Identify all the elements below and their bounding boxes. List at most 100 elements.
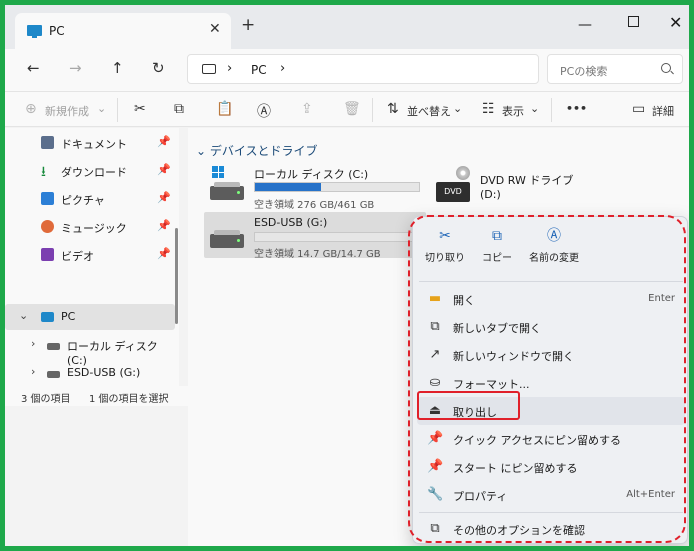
tab-title: PC [49,24,65,38]
close-tab-button[interactable]: ✕ [209,21,221,37]
pin-icon: 📌 [157,247,171,260]
usb-drive-icon [47,371,60,378]
drive-name: DVD RW ドライブ (D:) [480,174,574,201]
format-icon: ⛀ [429,375,441,390]
drive-usb[interactable]: ESD-USB (G:) 空き領域 14.7 GB/14.7 GB [204,212,426,260]
pin-icon: 📌 [427,431,444,446]
tab-pc[interactable]: PC ✕ [15,13,231,49]
sidebar-item-pc[interactable]: ⌄ PC [5,304,175,330]
sidebar-item-usb[interactable]: › ESD-USB (G:) [5,360,175,386]
close-window-button[interactable]: ✕ [669,13,682,32]
pin-icon: 📌 [157,163,171,176]
search-placeholder: PCの検索 [560,65,608,78]
sidebar-item-label: ダウンロード [61,166,127,179]
hard-drive-icon [210,182,244,200]
sidebar-item-music[interactable]: ミュージック 📌 [5,214,175,240]
sidebar-item-local-disk[interactable]: › ローカル ディスク (C:) [5,332,175,367]
menu-item-label: 取り出し [453,406,497,419]
menu-item-label: フォーマット... [453,378,530,391]
menu-item-label: クイック アクセスにピン留めする [453,434,621,447]
rename-icon[interactable]: Ⓐ [257,101,271,121]
search-input[interactable]: PCの検索 [547,54,683,84]
sidebar-item-documents[interactable]: ドキュメント 📌 [5,130,175,156]
up-button[interactable]: ↑ [111,59,124,77]
selection-count: 1 個の項目を選択 [89,394,169,405]
new-icon: ⊕ [25,101,37,117]
context-menu: ✂ 切り取り ⧉ コピー Ⓐ 名前の変更 ▬ 開く Enter ⧉ 新しいタブで… [412,216,688,544]
more-button[interactable]: ••• [566,102,587,115]
menu-item-format[interactable]: ⛀ フォーマット... [417,369,685,397]
cut-icon[interactable]: ✂ [134,101,146,117]
menu-item-eject[interactable]: ⏏ 取り出し [417,397,685,425]
monitor-icon [202,64,216,74]
menu-item-pin-start[interactable]: 📌 スタート にピン留めする [417,453,685,481]
menu-item-properties[interactable]: 🔧 プロパティ Alt+Enter [417,481,685,509]
sidebar-item-pictures[interactable]: ピクチャ 📌 [5,186,175,212]
pin-icon: 📌 [157,191,171,204]
menu-item-open[interactable]: ▬ 開く Enter [417,285,685,313]
group-header[interactable]: ⌄ デバイスとドライブ [196,142,318,159]
menu-item-more-options[interactable]: ⧉ その他のオプションを確認 [417,515,685,543]
sidebar-item-label: ドキュメント [61,138,127,151]
scrollbar[interactable] [175,228,178,324]
item-count: 3 個の項目 [21,394,71,405]
pin-icon: 📌 [427,459,444,474]
explorer-window: PC ✕ + — ✕ ← → ↑ ↻ › PC › PCの検索 ⊕ 新規作成 ⌄… [5,5,689,546]
separator [117,98,118,122]
rename-label: 名前の変更 [529,253,579,264]
share-icon[interactable]: ⇪ [301,101,313,117]
copy-icon[interactable]: ⧉ [174,101,184,117]
new-button[interactable]: 新規作成 [45,103,89,119]
menu-item-label: 新しいウィンドウで開く [453,350,574,363]
address-bar[interactable]: › PC › [187,54,539,84]
details-button[interactable]: 詳細 [652,103,674,119]
more-options-icon: ⧉ [430,521,440,536]
sort-icon: ⇅ [387,101,399,117]
rename-icon: Ⓐ [547,228,561,244]
paste-icon[interactable]: 📋 [216,101,233,117]
chevron-right-icon[interactable]: › [280,61,285,76]
maximize-button[interactable] [628,16,639,27]
windows-logo-icon [212,166,224,178]
drive-space: 空き領域 14.7 GB/14.7 GB [254,249,381,260]
minimize-button[interactable]: — [578,17,592,33]
hard-drive-icon [210,230,244,248]
group-title: デバイスとドライブ [209,144,318,158]
new-tab-button[interactable]: + [241,17,255,34]
back-button[interactable]: ← [27,59,40,77]
menu-item-label: プロパティ [453,490,508,503]
eject-icon: ⏏ [428,403,442,418]
folder-icon: ▬ [428,291,442,306]
navigation-pane: ドキュメント 📌 ⭳ ダウンロード 📌 ピクチャ 📌 ミュージック 📌 ビデオ … [5,128,179,386]
chevron-down-icon[interactable]: ⌄ [19,309,28,322]
video-icon [41,248,54,261]
drive-local-disk[interactable]: ローカル ディスク (C:) 空き領域 276 GB/461 GB [204,164,426,211]
sort-button[interactable]: 並べ替え [407,103,451,119]
drive-dvd[interactable]: DVD DVD RW ドライブ (D:) [432,164,592,206]
chevron-down-icon: ⌄ [453,102,463,115]
delete-icon[interactable]: 🗑 [343,101,361,117]
drive-usage-bar [254,232,420,242]
sidebar-item-label: PC [61,310,76,323]
forward-button[interactable]: → [69,59,82,77]
pin-icon: 📌 [157,219,171,232]
sidebar-item-downloads[interactable]: ⭳ ダウンロード 📌 [5,158,175,184]
refresh-button[interactable]: ↻ [152,59,165,77]
menu-separator [419,512,683,513]
title-bar: PC ✕ + — ✕ [5,5,689,49]
rename-button[interactable]: Ⓐ 名前の変更 [519,227,589,264]
breadcrumb-pc[interactable]: PC [251,63,267,77]
view-button[interactable]: 表示 [502,103,524,119]
chevron-right-icon[interactable]: › [227,61,232,76]
menu-separator [419,281,683,282]
chevron-right-icon[interactable]: › [31,337,35,350]
sidebar-item-videos[interactable]: ビデオ 📌 [5,242,175,268]
status-bar: 3 個の項目 1 個の項目を選択 [5,386,195,406]
drive-usage-bar [254,182,420,192]
chevron-right-icon[interactable]: › [31,365,35,378]
menu-item-pin-quick-access[interactable]: 📌 クイック アクセスにピン留めする [417,425,685,453]
local-disk-icon [47,343,60,350]
menu-item-open-new-tab[interactable]: ⧉ 新しいタブで開く [417,313,685,341]
menu-item-open-new-window[interactable]: ↗ 新しいウィンドウで開く [417,341,685,369]
sidebar-item-label: ミュージック [61,222,127,235]
